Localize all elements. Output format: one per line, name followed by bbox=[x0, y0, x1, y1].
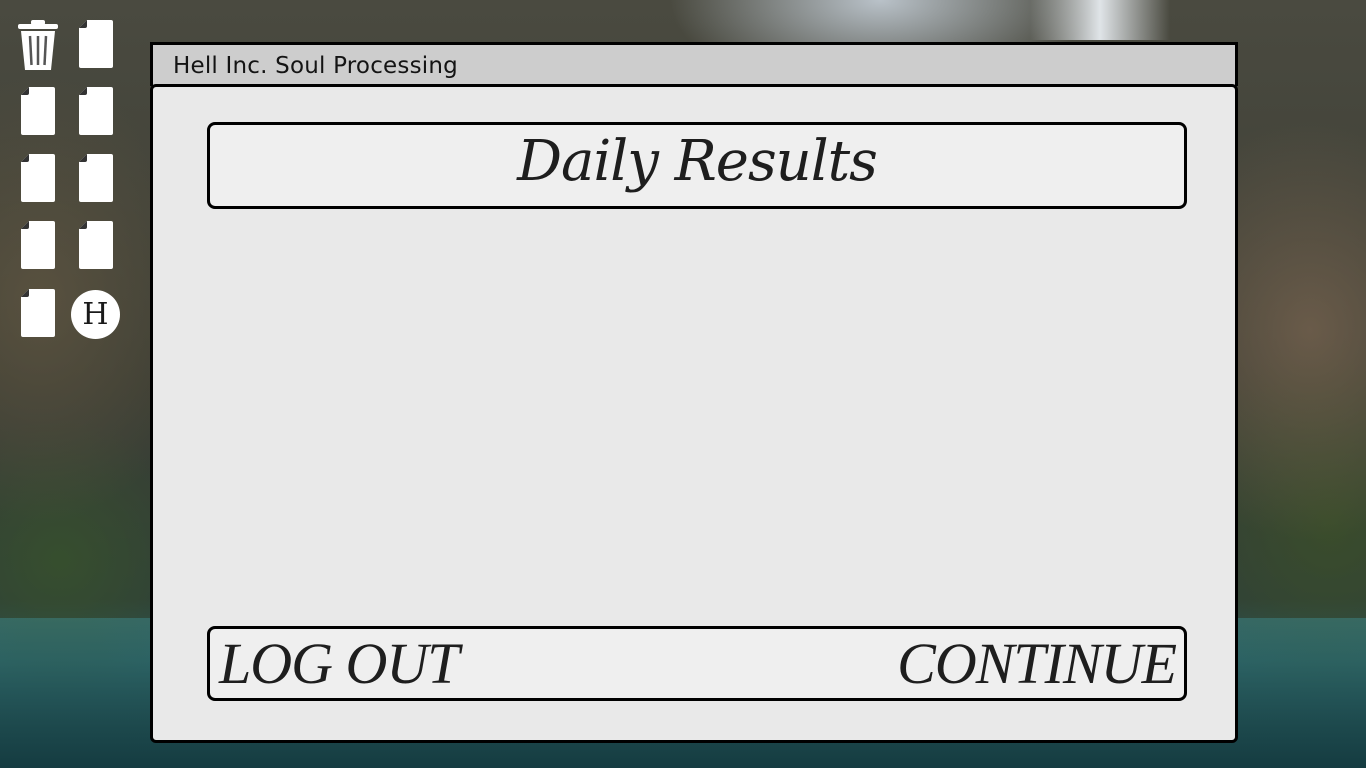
file-icon[interactable] bbox=[21, 154, 55, 202]
file-icon[interactable] bbox=[21, 221, 55, 269]
heading-box: Daily Results bbox=[207, 122, 1187, 209]
results-content-area bbox=[207, 222, 1187, 622]
file-icon[interactable] bbox=[79, 154, 113, 202]
trash-icon[interactable] bbox=[16, 20, 60, 70]
waterfall-highlight bbox=[1030, 0, 1170, 40]
window-title: Hell Inc. Soul Processing bbox=[173, 53, 458, 79]
continue-button[interactable]: CONTINUE bbox=[897, 633, 1177, 695]
file-icon[interactable] bbox=[79, 221, 113, 269]
app-window: Daily Results LOG OUT CONTINUE bbox=[150, 84, 1238, 743]
logout-button[interactable]: LOG OUT bbox=[219, 633, 460, 695]
file-icon[interactable] bbox=[21, 289, 55, 337]
file-icon[interactable] bbox=[79, 87, 113, 135]
file-icon[interactable] bbox=[21, 87, 55, 135]
logo-letter: H bbox=[82, 296, 109, 332]
action-bar: LOG OUT CONTINUE bbox=[207, 626, 1187, 701]
window-titlebar[interactable]: Hell Inc. Soul Processing bbox=[150, 42, 1238, 86]
page-title: Daily Results bbox=[517, 129, 878, 194]
hell-inc-logo-icon[interactable]: H bbox=[71, 290, 120, 339]
file-icon[interactable] bbox=[79, 20, 113, 68]
